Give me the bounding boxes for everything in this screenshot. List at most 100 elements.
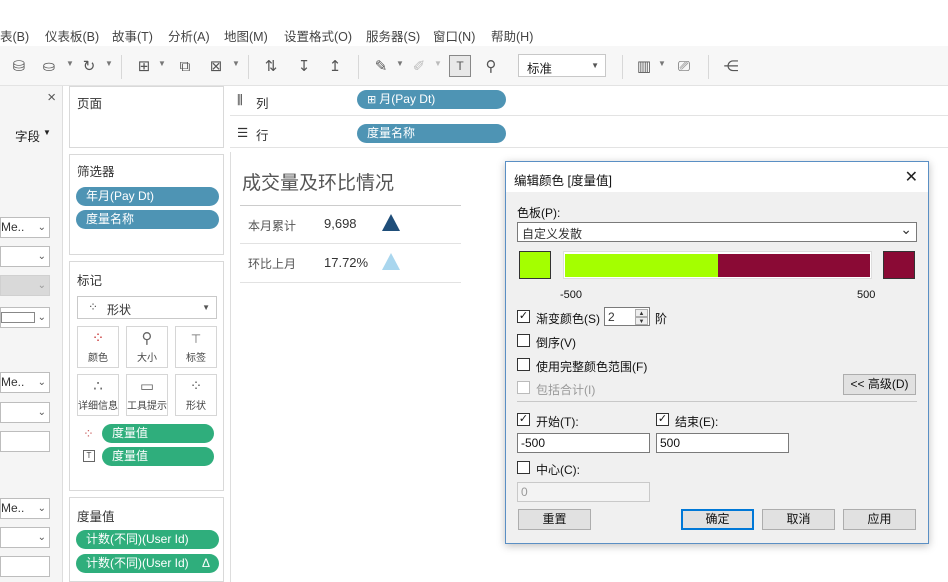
end-checkbox[interactable]: ✓: [656, 413, 669, 426]
step-up-icon[interactable]: ▲: [635, 309, 648, 317]
size-button[interactable]: ⚲ 大小: [126, 326, 168, 368]
field-input[interactable]: [0, 431, 50, 452]
mark-pill-color[interactable]: 度量值: [102, 424, 214, 443]
rows-shelf[interactable]: ☰ 行 度量名称: [230, 118, 948, 148]
share-icon[interactable]: ⋲: [720, 55, 742, 77]
steps-unit: 阶: [655, 312, 668, 326]
mark-type-select[interactable]: ⁘ 形状 ▼: [77, 296, 217, 319]
row-label: 本月累计: [248, 219, 297, 233]
chevron-down-icon[interactable]: ▼: [105, 59, 113, 68]
shape-icon: ⁘: [189, 378, 203, 395]
clear-sheet-icon[interactable]: ⊠: [205, 55, 227, 77]
chevron-down-icon[interactable]: ▼: [232, 59, 240, 68]
mark-size-select[interactable]: 标准 ▼: [518, 54, 606, 77]
menu-dashboard[interactable]: 仪表板(B): [45, 26, 99, 45]
chevron-down-icon[interactable]: ▼: [158, 59, 166, 68]
presentation-icon[interactable]: ⎚: [673, 55, 695, 77]
menu-worksheet[interactable]: 表(B): [0, 26, 29, 45]
menu-window[interactable]: 窗口(N): [433, 26, 475, 45]
measure-pill[interactable]: 计数(不同)(User Id) Δ: [76, 554, 219, 573]
arrow-up-dark-icon[interactable]: [382, 214, 400, 231]
duplicate-sheet-icon[interactable]: ⧉: [174, 55, 196, 77]
end-input[interactable]: 500: [656, 433, 789, 453]
step-down-icon[interactable]: ▼: [635, 317, 648, 325]
marks-title: 标记: [77, 274, 103, 288]
advanced-button[interactable]: << 高级(D): [843, 374, 916, 395]
include-totals-label: 包括合计(I): [536, 383, 596, 397]
full-range-checkbox[interactable]: [517, 358, 530, 371]
menu-format[interactable]: 设置格式(O): [284, 26, 352, 45]
mark-pill-label[interactable]: 度量值: [102, 447, 214, 466]
fields-menu[interactable]: 字段: [15, 126, 40, 145]
new-worksheet-icon[interactable]: ⊞: [133, 55, 155, 77]
field-dropdown[interactable]: Me.. ⌄: [0, 372, 50, 393]
ok-button[interactable]: 确定: [681, 509, 754, 530]
shape-button[interactable]: ⁘ 形状: [175, 374, 217, 416]
reversed-checkbox[interactable]: [517, 334, 530, 347]
center-checkbox[interactable]: [517, 461, 530, 474]
columns-shelf[interactable]: ⫼ 列 ⊞ 月(Pay Dt): [230, 86, 948, 116]
menu-server[interactable]: 服务器(S): [366, 26, 420, 45]
show-me-icon[interactable]: ▥: [633, 55, 655, 77]
filter-pill[interactable]: 年月(Pay Dt): [76, 187, 219, 206]
marks-panel: 标记 ⁘ 形状 ▼ ⁘ 颜色 ⚲ 大小 ⊤ 标签 ∴ 详细信息 ▭ 工具提示 ⁘ 形状 ⁘ …: [69, 261, 224, 491]
measure-pill[interactable]: 计数(不同)(User Id): [76, 530, 219, 549]
start-color-swatch[interactable]: [519, 251, 551, 279]
steps-stepper[interactable]: 2 ▲ ▼: [604, 307, 650, 326]
refresh-icon[interactable]: ↻: [78, 55, 100, 77]
label-button[interactable]: ⊤ 标签: [175, 326, 217, 368]
field-dropdown[interactable]: Me.. ⌄: [0, 498, 50, 519]
color-button[interactable]: ⁘ 颜色: [77, 326, 119, 368]
cancel-button[interactable]: 取消: [762, 509, 835, 530]
start-input[interactable]: -500: [517, 433, 650, 453]
chevron-down-icon: ⌄: [37, 222, 46, 233]
palette-select[interactable]: 自定义发散 ⌄: [517, 221, 917, 242]
field-dropdown[interactable]: ⌄: [0, 402, 50, 423]
filters-panel: 筛选器 年月(Pay Dt) 度量名称: [69, 154, 224, 255]
stepped-color-checkbox[interactable]: ✓: [517, 310, 530, 323]
chevron-down-icon[interactable]: ▼: [396, 59, 404, 68]
field-swatch: [1, 312, 35, 323]
close-icon[interactable]: ✕: [905, 167, 918, 187]
detail-button[interactable]: ∴ 详细信息: [77, 374, 119, 416]
tooltip-button[interactable]: ▭ 工具提示: [126, 374, 168, 416]
swap-axes-icon[interactable]: ⇅: [260, 55, 282, 77]
arrow-up-light-icon[interactable]: [382, 253, 400, 270]
chevron-down-icon[interactable]: ▼: [66, 59, 74, 68]
rows-pill[interactable]: 度量名称: [357, 124, 506, 143]
chevron-down-icon[interactable]: ▼: [434, 59, 442, 68]
menu-map[interactable]: 地图(M): [224, 26, 268, 45]
toolbar: ⛁ ⛀ ▼ ↻ ▼ ⊞ ▼ ⧉ ⊠ ▼ ⇅ ↧ ↥ ✎ ▼ ✐ ▼ T ⚲ ▥ …: [0, 46, 948, 86]
reset-button[interactable]: 重置: [518, 509, 591, 530]
sort-ascending-icon[interactable]: ↧: [293, 55, 315, 77]
field-dropdown[interactable]: ⌄: [0, 307, 50, 328]
field-dropdown[interactable]: ⌄: [0, 246, 50, 267]
chevron-down-icon[interactable]: ▼: [43, 128, 51, 137]
edit-color-dialog: 编辑颜色 [度量值] ✕ 色板(P): 自定义发散 ⌄ -500 500 ✓ 渐…: [505, 161, 929, 544]
columns-pill[interactable]: ⊞ 月(Pay Dt): [357, 90, 506, 109]
pause-updates-icon[interactable]: ⛀: [38, 55, 60, 77]
field-dropdown-disabled: ⌄: [0, 275, 50, 296]
field-input[interactable]: [0, 556, 50, 577]
start-checkbox[interactable]: ✓: [517, 413, 530, 426]
close-icon[interactable]: ×: [47, 89, 56, 106]
delta-icon: Δ: [201, 556, 210, 570]
chevron-down-icon: ⌄: [37, 377, 46, 388]
end-color-swatch[interactable]: [883, 251, 915, 279]
paperclip-icon[interactable]: ✐: [408, 55, 430, 77]
highlight-icon[interactable]: ✎: [370, 55, 392, 77]
apply-button[interactable]: 应用: [843, 509, 916, 530]
sort-descending-icon[interactable]: ↥: [324, 55, 346, 77]
pin-icon[interactable]: ⚲: [480, 55, 502, 77]
menu-analysis[interactable]: 分析(A): [168, 26, 210, 45]
menu-story[interactable]: 故事(T): [112, 26, 153, 45]
filter-pill[interactable]: 度量名称: [76, 210, 219, 229]
show-labels-icon[interactable]: T: [449, 55, 471, 77]
field-dropdown[interactable]: Me.. ⌄: [0, 217, 50, 238]
field-dropdown[interactable]: ⌄: [0, 527, 50, 548]
new-datasource-icon[interactable]: ⛁: [8, 55, 30, 77]
menu-help[interactable]: 帮助(H): [491, 26, 533, 45]
chevron-down-icon[interactable]: ▼: [658, 59, 666, 68]
tooltip-icon: ▭: [139, 378, 155, 395]
reversed-label: 倒序(V): [536, 336, 576, 350]
